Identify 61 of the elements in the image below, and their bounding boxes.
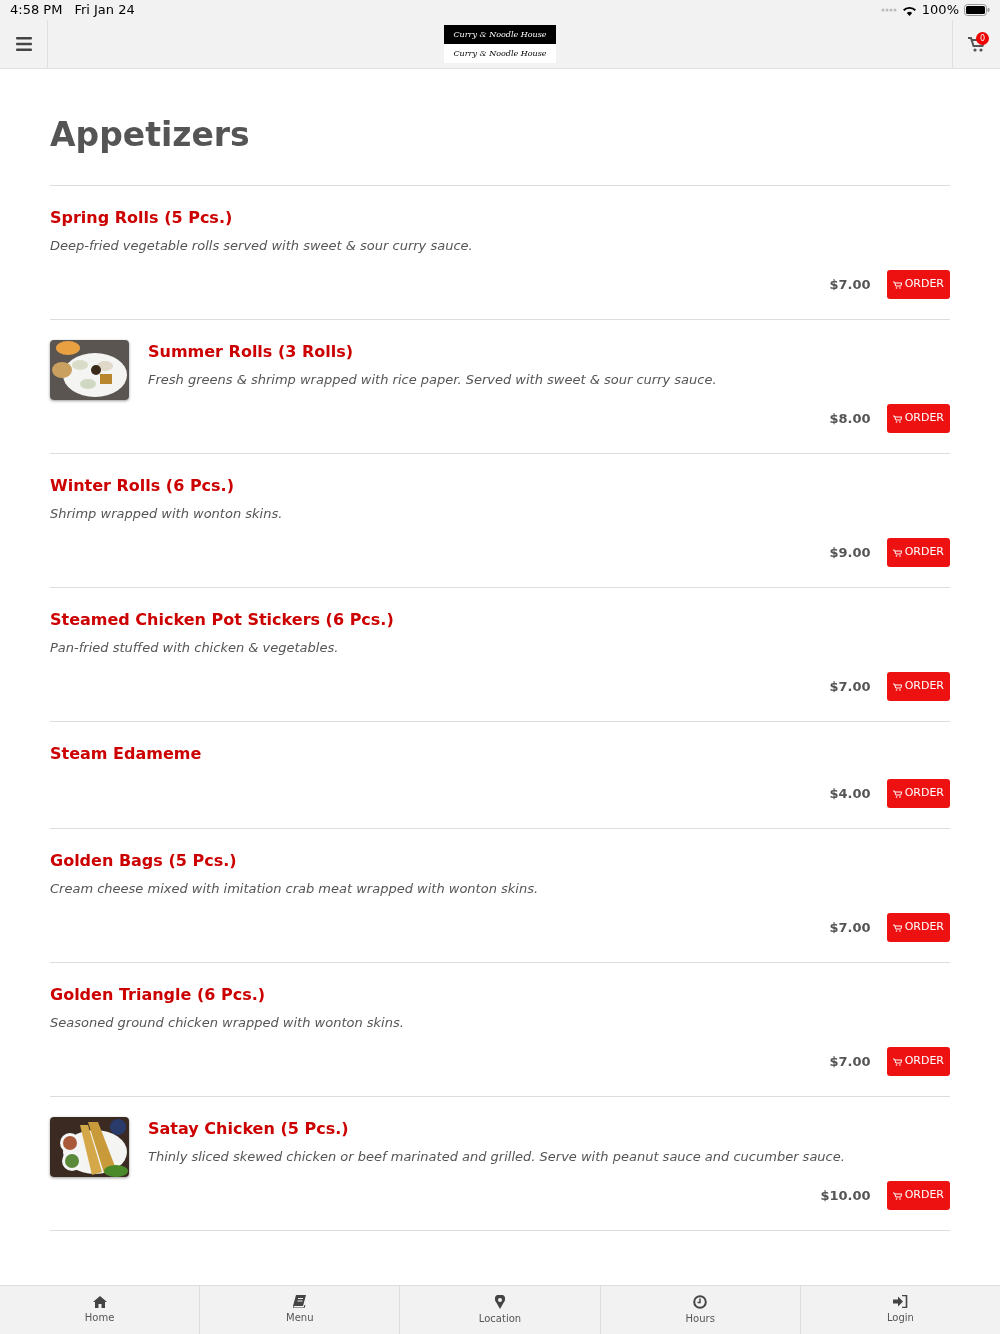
item-name: Satay Chicken (5 Pcs.) bbox=[148, 1118, 350, 1140]
order-button[interactable]: ORDER bbox=[886, 779, 950, 808]
item-price: $7.00 bbox=[829, 918, 871, 937]
cart-icon bbox=[892, 414, 902, 423]
status-time: 4:58 PM bbox=[10, 1, 63, 20]
sign-in-icon bbox=[892, 1295, 908, 1308]
order-button[interactable]: ORDER bbox=[886, 270, 950, 299]
home-icon bbox=[92, 1295, 107, 1308]
order-button[interactable]: ORDER bbox=[886, 538, 950, 567]
order-button[interactable]: ORDER bbox=[886, 672, 950, 701]
logo-text: Curry & Noodle House bbox=[444, 25, 556, 44]
cart-icon bbox=[892, 923, 902, 932]
item-price: $7.00 bbox=[829, 275, 871, 294]
battery-percent: 100% bbox=[921, 1, 959, 20]
nav-tab[interactable]: Login bbox=[799, 1286, 1000, 1334]
section-title: Appetizers bbox=[50, 114, 950, 186]
item-price: $9.00 bbox=[829, 543, 871, 562]
cart-icon bbox=[892, 280, 902, 289]
battery-icon bbox=[964, 4, 990, 16]
item-description: Deep-fried vegetable rolls served with sweet & sour curry sauce. bbox=[50, 237, 473, 255]
order-button[interactable]: ORDER bbox=[886, 1047, 950, 1076]
item-price: $7.00 bbox=[829, 677, 871, 696]
location-pin-icon bbox=[495, 1294, 505, 1309]
book-icon bbox=[293, 1295, 307, 1308]
clock-icon bbox=[693, 1294, 708, 1309]
cart-icon bbox=[892, 789, 902, 798]
cart-button[interactable]: 0 bbox=[952, 20, 1000, 68]
item-name: Golden Triangle (6 Pcs.) bbox=[50, 984, 267, 1006]
cart-count-badge: 0 bbox=[976, 32, 989, 45]
nav-tab[interactable]: Hours bbox=[599, 1286, 800, 1334]
wifi-icon bbox=[901, 4, 917, 16]
menu-icon bbox=[15, 37, 32, 51]
logo-text: Curry & Noodle House bbox=[444, 44, 556, 63]
item-name: Steam Edameme bbox=[50, 743, 202, 765]
cart-icon bbox=[892, 682, 902, 691]
item-name: Summer Rolls (3 Rolls) bbox=[148, 341, 355, 363]
nav-tab[interactable]: Menu bbox=[199, 1286, 400, 1334]
status-date: Fri Jan 24 bbox=[74, 1, 135, 20]
item-description: Thinly sliced skewed chicken or beef marinated and grilled. Serve with peanut sauce and cucumber sauce. bbox=[148, 1148, 845, 1166]
item-price: $4.00 bbox=[829, 784, 871, 803]
item-price: $10.00 bbox=[820, 1186, 871, 1205]
order-button[interactable]: ORDER bbox=[886, 1181, 950, 1210]
item-price: $8.00 bbox=[829, 409, 871, 428]
cart-icon bbox=[892, 1191, 902, 1200]
item-description: Cream cheese mixed with imitation crab meat wrapped with wonton skins. bbox=[50, 880, 539, 898]
item-price: $7.00 bbox=[829, 1052, 871, 1071]
item-name: Spring Rolls (5 Pcs.) bbox=[50, 207, 234, 229]
item-name: Golden Bags (5 Pcs.) bbox=[50, 850, 238, 872]
nav-tab[interactable]: Home bbox=[0, 1286, 200, 1334]
cart-icon bbox=[892, 548, 902, 557]
nav-tab[interactable]: Location bbox=[399, 1286, 600, 1334]
order-button[interactable]: ORDER bbox=[886, 404, 950, 433]
cart-icon bbox=[892, 1057, 902, 1066]
item-description: Pan-fried stuffed with chicken & vegetables. bbox=[50, 639, 340, 657]
item-name: Steamed Chicken Pot Stickers (6 Pcs.) bbox=[50, 609, 394, 631]
signal-icon bbox=[880, 8, 897, 12]
item-description: Seasoned ground chicken wrapped with wonton skins. bbox=[50, 1014, 404, 1032]
order-button[interactable]: ORDER bbox=[886, 913, 950, 942]
item-name: Winter Rolls (6 Pcs.) bbox=[50, 475, 235, 497]
item-description: Shrimp wrapped with wonton skins. bbox=[50, 505, 283, 523]
item-description: Fresh greens & shrimp wrapped with rice paper. Served with sweet & sour curry sauce. bbox=[148, 371, 717, 389]
